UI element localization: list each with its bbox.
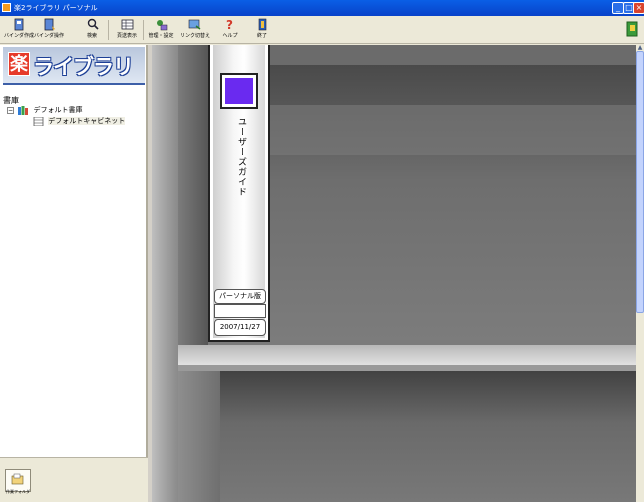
binder-operate-button[interactable]: バインダ操作 <box>34 18 64 42</box>
binder-color-label <box>220 73 258 109</box>
binder-color-swatch <box>225 78 253 104</box>
binder-create-icon <box>14 18 23 31</box>
work-folder-icon <box>11 473 24 485</box>
shelf-inner-side-lower <box>178 371 220 502</box>
tree-label: デフォルトキャビネット <box>48 117 126 125</box>
work-folder-button[interactable]: 作業フォルダ <box>5 469 31 494</box>
scroll-thumb[interactable] <box>636 51 644 313</box>
app-icon <box>2 3 11 12</box>
toolbar: バインダ作成 バインダ操作 検索 頁送表示 管理・設定 リンク切替え ? ヘルプ… <box>0 16 644 44</box>
binder-create-button[interactable]: バインダ作成 <box>4 18 34 42</box>
library-icon <box>18 105 29 115</box>
binder-create-label: バインダ作成 <box>4 33 35 39</box>
search-icon <box>87 18 99 30</box>
tree-label: デフォルト書庫 <box>33 106 83 114</box>
cabinet-icon <box>33 116 44 126</box>
exit-button[interactable]: 終了 <box>252 18 272 42</box>
toolbar-separator <box>108 20 109 40</box>
logo-kanji: 楽 <box>8 52 30 76</box>
library-tree-pane: 楽 ライブラリ 書庫 − デフォルト書庫 デフォルトキャビネット 作業フォルダ <box>0 45 148 502</box>
shelf-back-lower <box>178 371 636 502</box>
vertical-scrollbar[interactable]: ▲ <box>636 45 644 502</box>
svg-text:?: ? <box>226 18 233 31</box>
search-label: 検索 <box>86 33 97 39</box>
window-title: 楽2ライブラリ パーソナル <box>14 4 98 12</box>
logo-text: ライブラリ <box>33 55 134 79</box>
page-view-label: 頁送表示 <box>116 33 137 39</box>
toolbar-separator <box>143 20 144 40</box>
shelf-board <box>178 345 636 365</box>
title-bar: 楽2ライブラリ パーソナル _ □ × <box>0 0 644 16</box>
tree-item-default-cabinet[interactable]: デフォルトキャビネット <box>33 116 126 127</box>
search-button[interactable]: 検索 <box>82 18 102 42</box>
bottom-panel: 作業フォルダ <box>0 457 148 502</box>
settings-button[interactable]: 管理・設定 <box>146 18 176 42</box>
work-folder-label: 作業フォルダ <box>6 489 30 494</box>
help-icon: ? <box>226 18 233 31</box>
exit-label: 終了 <box>256 33 267 39</box>
binder-operate-icon <box>44 18 55 31</box>
help-label: ヘルプ <box>222 33 238 39</box>
binder-title: ユーザーズガイド <box>236 117 246 197</box>
shelf-inner-side-upper <box>178 45 208 345</box>
help-button[interactable]: ? ヘルプ <box>220 18 240 42</box>
settings-label: 管理・設定 <box>148 33 174 39</box>
bookshelf-view: ユーザーズガイド パーソナル版 2007/11/27 <box>152 45 636 502</box>
link-switch-label: リンク切替え <box>180 33 211 39</box>
page-view-icon <box>121 19 133 30</box>
exit-icon <box>258 18 266 31</box>
close-button[interactable]: × <box>633 2 644 14</box>
binder-date: 2007/11/27 <box>214 319 266 336</box>
logo-banner: 楽 ライブラリ <box>3 47 145 85</box>
page-view-button[interactable]: 頁送表示 <box>115 18 139 42</box>
binder-operate-label: バインダ操作 <box>34 33 65 39</box>
binder-edition: パーソナル版 <box>214 289 266 304</box>
app-logo-icon <box>626 21 638 37</box>
binder-blank-label <box>214 304 266 318</box>
tree-item-default-library[interactable]: − デフォルト書庫 <box>7 105 82 116</box>
binder-users-guide[interactable]: ユーザーズガイド パーソナル版 2007/11/27 <box>208 45 270 342</box>
tree-expander[interactable]: − <box>7 106 14 114</box>
shelf-side-panel <box>152 45 178 502</box>
link-switch-button[interactable]: リンク切替え <box>180 18 211 42</box>
settings-icon <box>156 20 167 31</box>
link-switch-icon <box>188 19 200 30</box>
